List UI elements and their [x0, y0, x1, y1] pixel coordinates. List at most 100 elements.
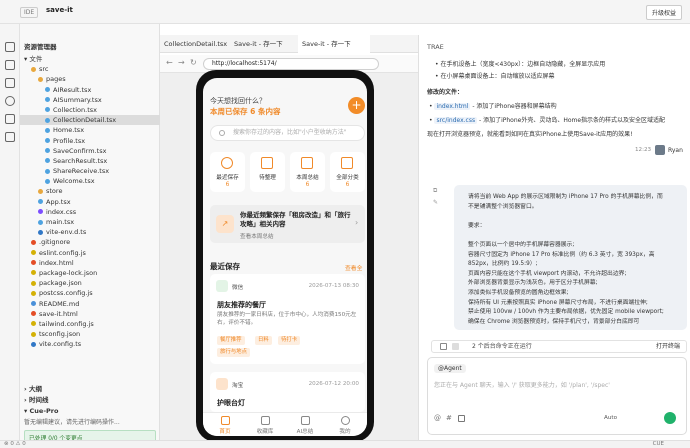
tree-item[interactable]: postcss.config.js — [20, 288, 160, 298]
tree-item[interactable]: save-it.html — [20, 309, 160, 319]
post-card[interactable]: 淘宝 2026-07-12 20:00 护眼台灯 — [210, 372, 365, 412]
tree-item[interactable]: AISummary.tsx — [20, 95, 160, 105]
tree-item[interactable]: index.html — [20, 258, 160, 268]
back-icon[interactable]: ← — [166, 58, 173, 67]
card-recent[interactable]: 最近保存 6 — [210, 152, 245, 192]
tree-item[interactable]: src — [20, 64, 160, 74]
url-bar[interactable]: http://localhost:5174/ — [203, 58, 379, 70]
file-explorer: 资源管理器 ▾ 文件 src pages AIResult.tsx AISummary… — [20, 24, 160, 448]
image-icon — [452, 343, 459, 350]
tree-item[interactable]: tailwind.config.js — [20, 319, 160, 329]
tree-item[interactable]: package.json — [20, 278, 160, 288]
section-files-label: 文件 — [29, 55, 43, 63]
file-note: - 添加了iPhone容器和屏幕结构 — [470, 103, 557, 110]
file-icon — [31, 280, 36, 286]
reload-icon[interactable]: ↻ — [190, 58, 197, 67]
agent-tag[interactable]: @Agent — [434, 364, 466, 373]
tree-item[interactable]: package-lock.json — [20, 268, 160, 278]
nav-profile[interactable]: 我的 — [325, 416, 365, 435]
tree-item[interactable]: Welcome.tsx — [20, 176, 160, 186]
terminal-icon — [440, 343, 447, 350]
status-cue[interactable]: CUE — [653, 441, 664, 448]
tree-item[interactable]: .gitignore — [20, 237, 160, 247]
tab-save-it-1[interactable]: Save-it - 存一下 — [230, 35, 298, 53]
terminal-icon[interactable] — [5, 132, 15, 142]
upgrade-button[interactable]: 升级权益 — [645, 5, 682, 20]
tree-item[interactable]: Collection.tsx — [20, 105, 160, 115]
activity-bar — [0, 24, 20, 448]
tree-item[interactable]: AIResult.tsx — [20, 85, 160, 95]
preview-icon[interactable] — [5, 96, 15, 106]
tree-item-label: package-lock.json — [39, 268, 98, 277]
post-tag[interactable]: 餐厅推荐 — [217, 336, 245, 345]
tree-item[interactable]: App.tsx — [20, 197, 160, 207]
tree-item[interactable]: SaveConfirm.tsx — [20, 146, 160, 156]
explorer-icon[interactable] — [5, 42, 15, 52]
nav-label: 收藏库 — [256, 429, 274, 435]
card-todo[interactable]: 待整理 — [250, 152, 285, 192]
cue-section[interactable]: ▾ Cue-Pro — [20, 406, 160, 417]
tree-item[interactable]: tsconfig.json — [20, 329, 160, 339]
copy-icon[interactable]: ⧉ — [433, 187, 437, 195]
section-files[interactable]: ▾ 文件 — [20, 54, 160, 64]
chat-input[interactable]: 您正在与 Agent 聊天，输入 '/' 获取更多能力，如 '/plan', '… — [434, 380, 610, 389]
weekly-insight-card[interactable]: ↗ 你最近频繁保存「租房改造」和「旅行攻略」相关内容 查看本周总结 › — [210, 205, 365, 243]
search-input[interactable]: 搜索你存过的内容，比如"小户型收纳方法" — [210, 125, 365, 141]
tree-item[interactable]: Profile.tsx — [20, 136, 160, 146]
nav-ai-summary[interactable]: AI总结 — [285, 416, 325, 435]
tree-item[interactable]: SearchResult.tsx — [20, 156, 160, 166]
status-bar: ⊗ 0 ⚠ 0 CUE — [0, 440, 690, 448]
insight-link[interactable]: 查看本周总结 — [240, 232, 274, 240]
tree-item[interactable]: ShareReceive.tsx — [20, 166, 160, 176]
tree-item[interactable]: README.md — [20, 299, 160, 309]
project-name[interactable]: save-it — [46, 6, 73, 14]
tree-item[interactable]: pages — [20, 74, 160, 84]
status-problems[interactable]: ⊗ 0 ⚠ 0 — [4, 441, 26, 448]
post-card[interactable]: 微信 2026-07-13 08:30 朋友推荐的餐厅 朋友推荐的一家日料店，位… — [210, 274, 365, 364]
mention-icon[interactable]: @ — [434, 414, 441, 422]
post-tag[interactable]: 旅行与地点 — [217, 348, 250, 357]
chat-icon — [300, 416, 310, 425]
tree-item[interactable]: vite-env.d.ts — [20, 227, 160, 237]
nav-home[interactable]: 首页 — [205, 416, 245, 435]
tree-item[interactable]: eslint.config.js — [20, 248, 160, 258]
card-categories[interactable]: 全部分类 6 — [330, 152, 365, 192]
post-tag[interactable]: 日料 — [255, 336, 272, 345]
background-commands-bar[interactable]: 2 个后台命令正在运行 打开终端 — [431, 340, 687, 353]
user-icon — [340, 416, 350, 425]
extensions-icon[interactable] — [5, 114, 15, 124]
tree-item[interactable]: store — [20, 186, 160, 196]
file-link[interactable]: index.html — [434, 103, 471, 110]
tab-save-it-2[interactable]: Save-it - 存一下 — [298, 35, 370, 53]
edit-icon[interactable]: ✎ — [433, 199, 438, 206]
open-terminal-button[interactable]: 打开终端 — [656, 341, 680, 352]
card-weekly[interactable]: 本周总结 6 — [290, 152, 325, 192]
source-control-icon[interactable] — [5, 78, 15, 88]
image-upload-icon[interactable] — [458, 415, 465, 422]
hash-icon[interactable]: # — [446, 414, 452, 422]
tree-item[interactable]: index.css — [20, 207, 160, 217]
tree-item[interactable]: vite.config.ts — [20, 339, 160, 349]
explorer-bottom: › 大纲 › 时间线 ▾ Cue-Pro 暂无编辑建议，请先进行编码操作... … — [20, 384, 160, 447]
send-button[interactable] — [664, 412, 676, 424]
forward-icon[interactable]: → — [178, 58, 185, 67]
timeline-section[interactable]: › 时间线 — [20, 395, 160, 406]
outline-label: 大纲 — [28, 385, 42, 393]
tree-item[interactable]: main.tsx — [20, 217, 160, 227]
file-link[interactable]: src/index.css — [434, 117, 478, 124]
timeline-label: 时间线 — [28, 396, 49, 404]
tree-item[interactable]: CollectionDetail.tsx — [20, 115, 160, 126]
model-select[interactable]: Auto — [604, 415, 617, 421]
bottom-nav: 首页 收藏库 AI总结 我的 — [203, 412, 367, 436]
avatar — [655, 145, 665, 155]
tree-item[interactable]: Home.tsx — [20, 125, 160, 135]
chat-composer[interactable]: @Agent 您正在与 Agent 聊天，输入 '/' 获取更多能力，如 '/p… — [427, 357, 687, 435]
outline-section[interactable]: › 大纲 — [20, 384, 160, 395]
tab-collection-detail[interactable]: CollectionDetail.tsx — [160, 35, 230, 53]
search-icon[interactable] — [5, 60, 15, 70]
nav-library[interactable]: 收藏库 — [245, 416, 285, 435]
file-icon — [38, 199, 43, 205]
add-button[interactable]: + — [348, 97, 365, 114]
post-tag[interactable]: 待打卡 — [278, 336, 301, 345]
file-icon — [45, 127, 50, 133]
